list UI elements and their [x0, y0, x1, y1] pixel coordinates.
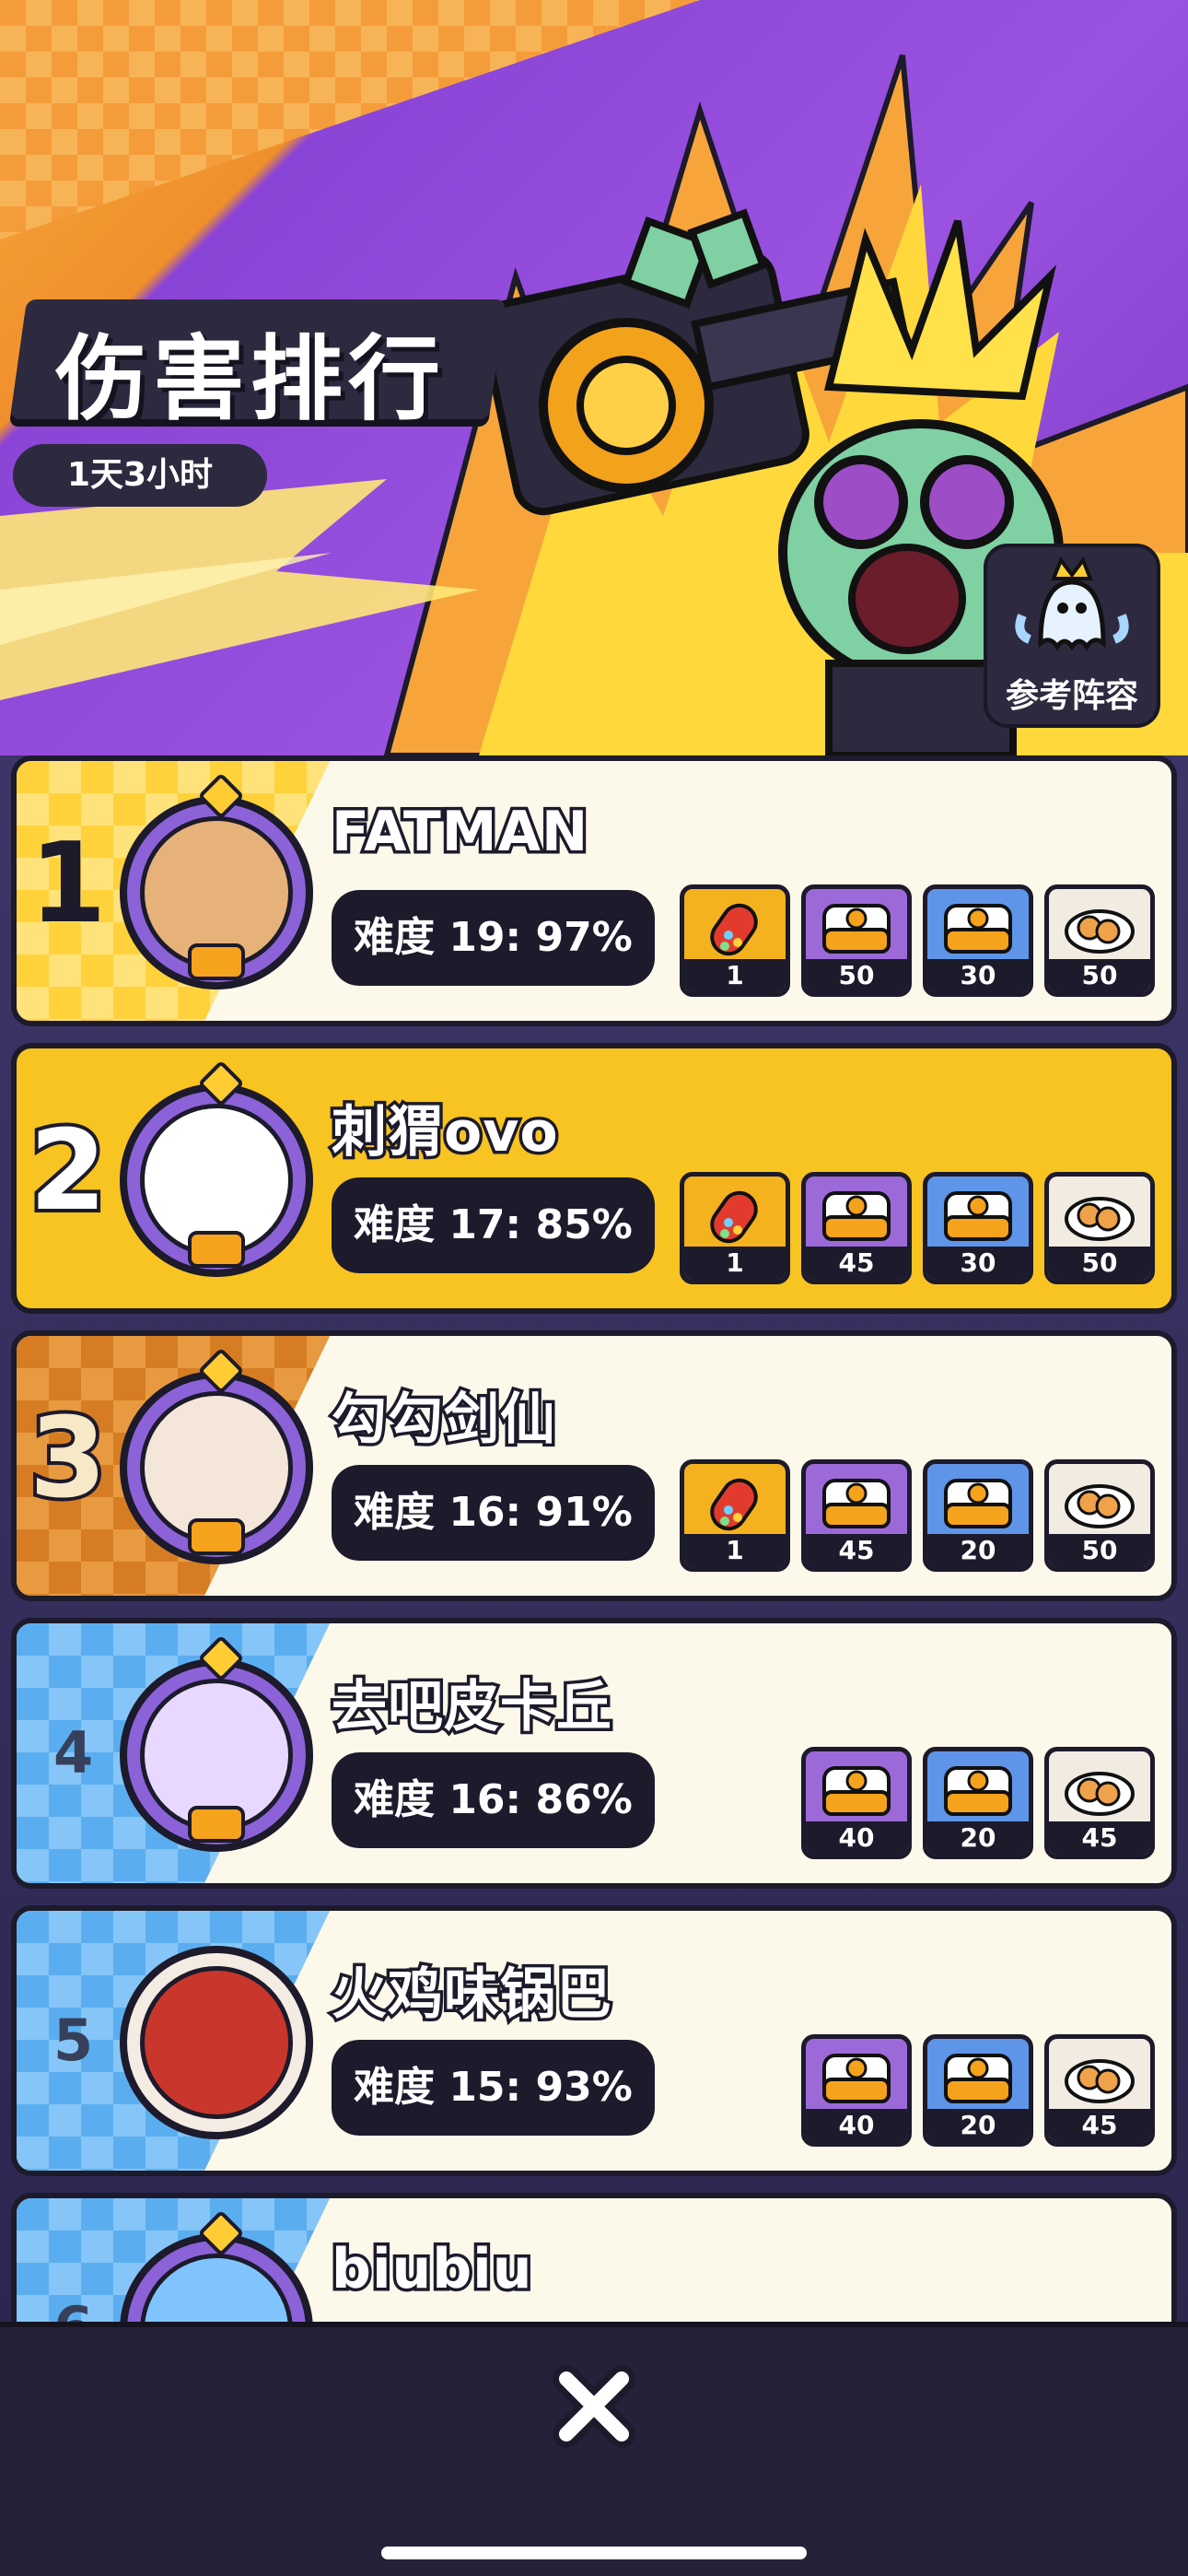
- reward-blue-box[interactable]: 20: [923, 1459, 1033, 1572]
- reward-quantity: 1: [684, 1247, 786, 1280]
- treasure-box-icon: [944, 1479, 1012, 1528]
- leaderboard-row[interactable]: 1 FATMAN 难度 19: 97% 1 50 30 50: [11, 755, 1177, 1026]
- leaderboard-banner: 伤害排行 1天3小时 参考阵容: [0, 0, 1188, 755]
- cookie-plate-icon: [1065, 2059, 1135, 2103]
- player-name: 去吧皮卡丘: [329, 1672, 615, 1743]
- treasure-box-icon: [822, 1191, 891, 1241]
- reward-capsule[interactable]: 1: [680, 884, 790, 997]
- reward-blue-box[interactable]: 30: [923, 884, 1033, 997]
- cookie-plate-icon: [1065, 1197, 1135, 1241]
- reward-cookie-plate[interactable]: 50: [1044, 1172, 1155, 1284]
- reward-cookie-plate[interactable]: 45: [1044, 1747, 1155, 1859]
- leaderboard-list[interactable]: 1 FATMAN 难度 19: 97% 1 50 30 50 2 刺猬ovo 难…: [0, 755, 1188, 2322]
- cookie-plate-icon: [1065, 1484, 1135, 1528]
- reward-blue-box[interactable]: 20: [923, 2034, 1033, 2147]
- treasure-box-icon: [944, 1191, 1012, 1241]
- reward-quantity: 20: [927, 1821, 1029, 1855]
- reward-purple-box[interactable]: 40: [801, 2034, 912, 2147]
- reward-blue-box[interactable]: 30: [923, 1172, 1033, 1284]
- reward-quantity: 20: [927, 2109, 1029, 2142]
- reward-capsule[interactable]: 1: [680, 1459, 790, 1572]
- reward-blue-box[interactable]: 20: [923, 1747, 1033, 1859]
- player-name: 刺猬ovo: [329, 1097, 562, 1168]
- player-name: FATMAN: [328, 797, 590, 868]
- reward-purple-box[interactable]: 45: [801, 1459, 912, 1572]
- reward-quantity: 45: [806, 1534, 907, 1567]
- reward-quantity: 30: [927, 959, 1029, 992]
- treasure-box-icon: [822, 1479, 891, 1528]
- page-title: 伤害排行: [55, 325, 446, 433]
- reward-quantity: 1: [684, 1534, 786, 1567]
- leaderboard-row[interactable]: 3 勾勾剑仙 难度 16: 91% 1 45 20 50: [11, 1330, 1177, 1601]
- player-name: 火鸡味锅巴: [329, 1960, 615, 2031]
- cookie-plate-icon: [1065, 909, 1135, 954]
- difficulty-badge: 难度 15: 93%: [332, 2040, 655, 2136]
- treasure-box-icon: [822, 904, 891, 954]
- leaderboard-row-current-player[interactable]: 2 刺猬ovo 难度 17: 85% 1 45 30 50: [11, 1043, 1177, 1314]
- reward-purple-box[interactable]: 40: [801, 1747, 912, 1859]
- close-icon[interactable]: [550, 2362, 638, 2451]
- leaderboard-row[interactable]: 5 火鸡味锅巴 难度 15: 93% 40 20 45: [11, 1905, 1177, 2176]
- bottom-bar: [0, 2322, 1188, 2576]
- reward-quantity: 20: [927, 1534, 1029, 1567]
- leaderboard-row[interactable]: 6 biubiu: [11, 2193, 1177, 2322]
- difficulty-badge: 难度 17: 85%: [332, 1177, 655, 1273]
- treasure-box-icon: [822, 2054, 891, 2103]
- reward-quantity: 45: [1049, 1821, 1150, 1855]
- reward-quantity: 1: [684, 959, 786, 992]
- difficulty-badge: 难度 16: 86%: [332, 1752, 655, 1848]
- reward-list: 1 45 20 50: [680, 1459, 1155, 1572]
- capsule-icon: [710, 903, 758, 956]
- leaderboard-row[interactable]: 4 去吧皮卡丘 难度 16: 86% 40 20 45: [11, 1618, 1177, 1889]
- reward-quantity: 45: [1049, 2109, 1150, 2142]
- difficulty-badge: 难度 19: 97%: [332, 890, 655, 986]
- avatar: [120, 1371, 313, 1564]
- avatar: [120, 1946, 313, 2139]
- home-indicator: [381, 2547, 807, 2559]
- reward-quantity: 30: [927, 1247, 1029, 1280]
- reward-list: 1 45 30 50: [680, 1172, 1155, 1284]
- player-name: biubiu: [328, 2234, 534, 2305]
- reward-purple-box[interactable]: 50: [801, 884, 912, 997]
- reward-quantity: 50: [1049, 1534, 1150, 1567]
- treasure-box-icon: [944, 904, 1012, 954]
- reference-lineup-button[interactable]: 参考阵容: [984, 544, 1160, 728]
- reward-quantity: 50: [1049, 1247, 1150, 1280]
- capsule-icon: [710, 1190, 758, 1244]
- countdown-timer: 1天3小时: [13, 444, 267, 507]
- avatar: [120, 796, 313, 989]
- reference-lineup-label: 参考阵容: [1005, 677, 1138, 715]
- reward-list: 40 20 45: [801, 1747, 1155, 1859]
- treasure-box-icon: [944, 1766, 1012, 1816]
- app-screen: 伤害排行 1天3小时 参考阵容 1 FATMAN 难度 19: 97% 1 50…: [0, 0, 1188, 2576]
- avatar: [120, 1658, 313, 1852]
- reward-quantity: 50: [806, 959, 907, 992]
- difficulty-badge: 难度 16: 91%: [332, 1465, 655, 1561]
- reward-quantity: 45: [806, 1247, 907, 1280]
- ghost-crown-icon: [1015, 556, 1129, 651]
- reward-capsule[interactable]: 1: [680, 1172, 790, 1284]
- reward-quantity: 50: [1049, 959, 1150, 992]
- reward-quantity: 40: [806, 1821, 907, 1855]
- reward-list: 40 20 45: [801, 2034, 1155, 2147]
- reward-purple-box[interactable]: 45: [801, 1172, 912, 1284]
- capsule-icon: [710, 1478, 758, 1531]
- treasure-box-icon: [944, 2054, 1012, 2103]
- reward-cookie-plate[interactable]: 45: [1044, 2034, 1155, 2147]
- reward-cookie-plate[interactable]: 50: [1044, 1459, 1155, 1572]
- reward-quantity: 40: [806, 2109, 907, 2142]
- cookie-plate-icon: [1065, 1772, 1135, 1816]
- reward-list: 1 50 30 50: [680, 884, 1155, 997]
- treasure-box-icon: [822, 1766, 891, 1816]
- avatar: [120, 1083, 313, 1277]
- player-name: 勾勾剑仙: [329, 1385, 559, 1456]
- reward-cookie-plate[interactable]: 50: [1044, 884, 1155, 997]
